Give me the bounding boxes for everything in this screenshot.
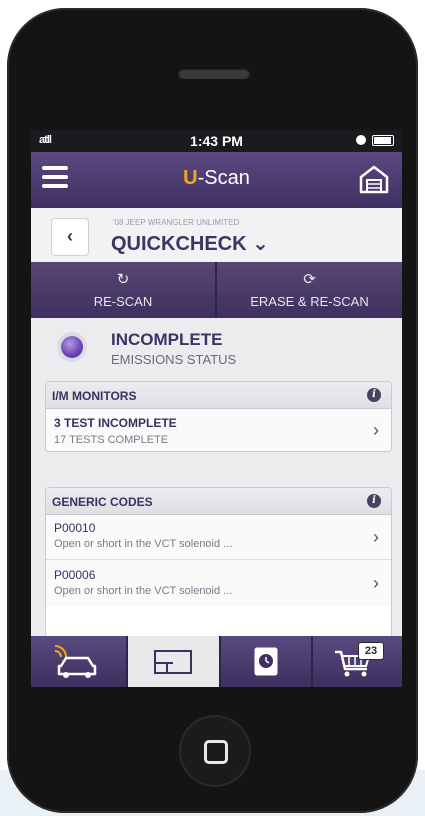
code-row[interactable]: P00010 Open or short in the VCT solenoid… bbox=[46, 515, 391, 560]
code-row[interactable]: P00006 Open or short in the VCT solenoid… bbox=[46, 560, 391, 606]
vehicle-selector: ‹ '08 JEEP WRANGLER UNLIMITED QUICKCHECK… bbox=[31, 208, 402, 263]
chevron-down-icon: ⌄ bbox=[252, 233, 269, 255]
chevron-right-icon: › bbox=[373, 527, 379, 547]
code-description: Open or short in the VCT solenoid ... bbox=[54, 538, 233, 550]
app-screen: atll 1:43 PM U-Scan ‹ '08 JEEP WRANGLER … bbox=[31, 130, 402, 687]
do-not-disturb-icon bbox=[356, 135, 366, 145]
code-id: P00010 bbox=[54, 521, 96, 535]
bottom-tab-bar: 23 bbox=[31, 636, 402, 687]
rescan-label: RE-SCAN bbox=[93, 294, 153, 309]
car-wifi-icon bbox=[54, 645, 97, 678]
erase-rescan-button[interactable]: ⟳ ERASE & RE-SCAN bbox=[217, 262, 402, 318]
info-icon[interactable]: i bbox=[367, 494, 381, 508]
app-title: U-Scan bbox=[183, 167, 250, 189]
status-indicator-icon bbox=[61, 336, 83, 358]
code-description: Open or short in the VCT solenoid ... bbox=[54, 585, 233, 597]
tab-history[interactable] bbox=[221, 636, 311, 687]
tab-vehicle[interactable] bbox=[31, 636, 126, 687]
refresh-icon: ↻ bbox=[116, 271, 130, 288]
battery-icon bbox=[372, 135, 394, 146]
tab-shop[interactable]: 23 bbox=[313, 636, 402, 687]
status-bar: atll 1:43 PM bbox=[31, 130, 402, 152]
chevron-right-icon: › bbox=[373, 573, 379, 593]
speaker-grille bbox=[178, 68, 250, 79]
vehicle-name: '08 JEEP WRANGLER UNLIMITED bbox=[113, 218, 240, 227]
generic-codes-header: GENERIC CODES i bbox=[46, 488, 391, 515]
back-button[interactable]: ‹ bbox=[51, 218, 89, 256]
info-icon[interactable]: i bbox=[367, 388, 381, 402]
dashboard-icon bbox=[154, 650, 192, 674]
im-monitors-card: I/M MONITORS i 3 TEST INCOMPLETE 17 TEST… bbox=[45, 381, 392, 452]
app-header: U-Scan bbox=[31, 152, 402, 208]
emissions-status-value: INCOMPLETE bbox=[111, 330, 223, 349]
home-button[interactable] bbox=[179, 715, 251, 787]
code-id: P00006 bbox=[54, 568, 96, 582]
home-square-icon bbox=[204, 740, 228, 764]
cart-count-badge: 23 bbox=[358, 642, 384, 660]
screen-title-dropdown[interactable]: QUICKCHECK ⌄ bbox=[111, 231, 269, 256]
monitor-complete-text: 17 TESTS COMPLETE bbox=[54, 434, 169, 446]
monitor-incomplete-text: 3 TEST INCOMPLETE bbox=[54, 416, 177, 430]
erase-refresh-icon: ⟳ bbox=[303, 271, 316, 288]
rescan-button[interactable]: ↻ RE-SCAN bbox=[31, 262, 215, 318]
im-monitor-row[interactable]: 3 TEST INCOMPLETE 17 TESTS COMPLETE › bbox=[46, 409, 391, 451]
generic-codes-card: GENERIC CODES i P00010 Open or short in … bbox=[45, 487, 392, 639]
im-monitors-header: I/M MONITORS i bbox=[46, 382, 391, 409]
history-book-icon bbox=[254, 647, 278, 676]
emissions-status-label: EMISSIONS STATUS bbox=[111, 352, 237, 367]
erase-rescan-label: ERASE & RE-SCAN bbox=[250, 294, 369, 309]
emissions-status: INCOMPLETE EMISSIONS STATUS bbox=[31, 318, 402, 374]
garage-icon[interactable] bbox=[359, 164, 389, 194]
status-time: 1:43 PM bbox=[190, 133, 243, 149]
chevron-right-icon: › bbox=[373, 420, 379, 440]
tab-dashboard[interactable] bbox=[128, 636, 219, 687]
scan-action-bar: ↻ RE-SCAN ⟳ ERASE & RE-SCAN bbox=[31, 262, 402, 318]
